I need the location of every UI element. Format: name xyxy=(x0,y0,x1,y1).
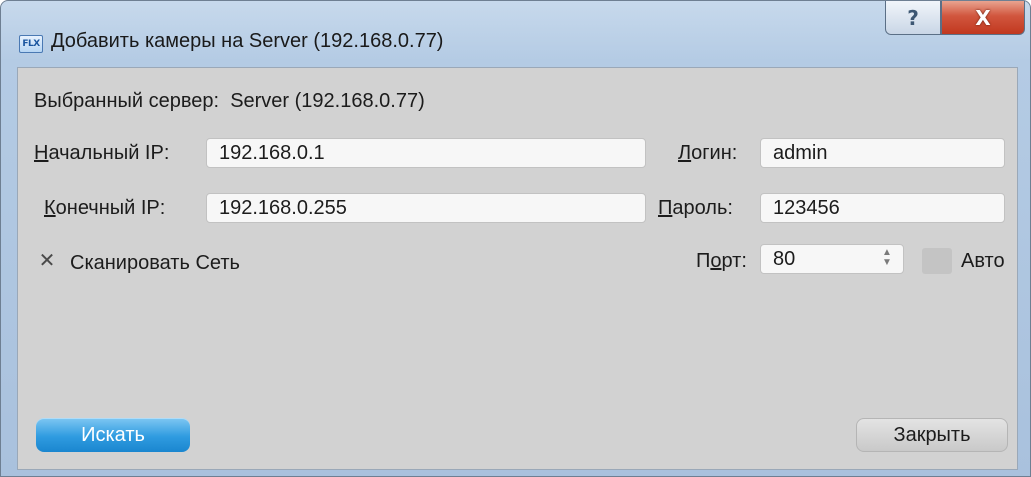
password-input[interactable]: 123456 xyxy=(760,193,1005,223)
close-button[interactable]: Закрыть xyxy=(856,418,1008,452)
window-close-button[interactable]: X xyxy=(941,1,1025,35)
port-spinbox[interactable]: 80 ▲ ▼ xyxy=(760,244,904,274)
checkmark-icon: ✕ xyxy=(38,249,56,272)
spinner-arrows-icon[interactable]: ▲ ▼ xyxy=(881,248,893,270)
end-ip-label: Конечный IP: xyxy=(44,197,166,219)
close-icon: X xyxy=(975,5,991,30)
search-button[interactable]: Искать xyxy=(36,418,190,452)
dialog-body: Выбранный сервер: Server (192.168.0.77) … xyxy=(17,67,1018,470)
title-bar[interactable]: FLX Добавить камеры на Server (192.168.0… xyxy=(1,1,1030,63)
start-ip-input[interactable]: 192.168.0.1 xyxy=(206,138,646,168)
login-input[interactable]: admin xyxy=(760,138,1005,168)
selected-server-label: Выбранный сервер: Server (192.168.0.77) xyxy=(34,90,425,112)
app-icon: FLX xyxy=(19,35,43,53)
auto-label[interactable]: Авто xyxy=(961,250,1005,273)
port-label: Порт: xyxy=(696,250,747,272)
add-cameras-dialog: FLX Добавить камеры на Server (192.168.0… xyxy=(0,0,1031,477)
help-icon: ? xyxy=(907,5,919,30)
end-ip-input[interactable]: 192.168.0.255 xyxy=(206,193,646,223)
window-title: Добавить камеры на Server (192.168.0.77) xyxy=(51,30,444,52)
port-value: 80 xyxy=(773,248,796,270)
auto-checkbox[interactable] xyxy=(922,248,952,274)
password-label: Пароль: xyxy=(658,197,733,219)
scan-network-label[interactable]: Сканировать Сеть xyxy=(70,252,240,275)
scan-network-checkbox[interactable]: ✕ xyxy=(36,249,58,272)
help-button[interactable]: ? xyxy=(885,1,941,35)
selected-server-value: Server (192.168.0.77) xyxy=(230,90,425,112)
login-label: Логин: xyxy=(678,142,738,164)
start-ip-label: Начальный IP: xyxy=(34,142,170,164)
